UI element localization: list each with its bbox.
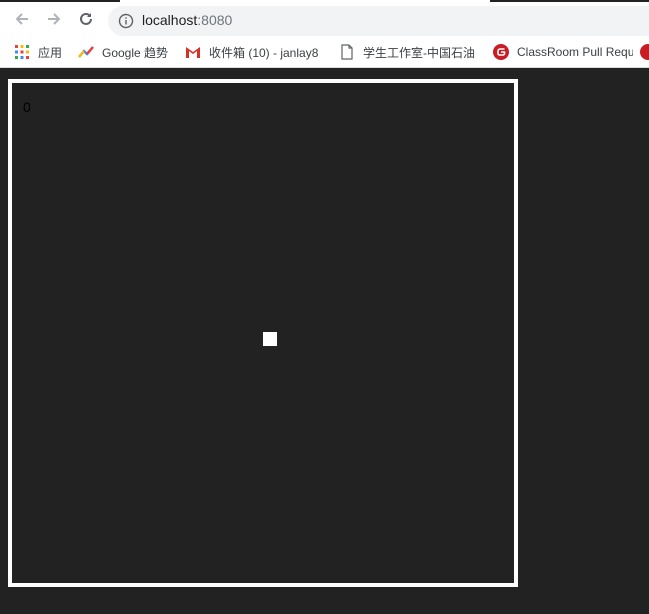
bookmark-label: ClassRoom Pull Requ — [517, 45, 633, 59]
forward-button[interactable] — [44, 9, 64, 29]
bookmark-gmail-inbox[interactable]: 收件箱 (10) - janlay8 — [185, 42, 321, 62]
bookmark-apps[interactable]: 应用 — [14, 42, 62, 62]
back-arrow-icon — [15, 13, 28, 25]
forward-arrow-icon — [48, 13, 61, 25]
bookmark-label: 收件箱 (10) - janlay8 — [209, 45, 319, 60]
page-icon — [341, 44, 353, 60]
game-board[interactable]: 0 — [8, 79, 518, 587]
bookmark-overflow[interactable] — [640, 42, 649, 62]
snake-cell — [263, 332, 277, 346]
reload-button[interactable] — [76, 9, 96, 29]
browser-chrome: localhost:8080 应用 Google 趋势 收件箱 (10) - j… — [0, 0, 649, 68]
score-display: 0 — [23, 99, 31, 115]
back-button[interactable] — [12, 9, 32, 29]
browser-toolbar: localhost:8080 — [0, 2, 649, 36]
url-host: localhost — [142, 12, 198, 28]
bookmark-label: Google 趋势 — [102, 45, 169, 60]
bookmark-label: 应用 — [38, 45, 63, 60]
bookmark-google-trends[interactable]: Google 趋势 — [78, 42, 168, 62]
bookmark-classroom-pr[interactable]: ClassRoom Pull Requ — [493, 42, 633, 62]
bookmarks-bar: 应用 Google 趋势 收件箱 (10) - janlay8 学生工作室-中国… — [0, 38, 649, 66]
bookmark-label: 学生工作室-中国石油 — [363, 45, 475, 60]
info-icon[interactable] — [118, 13, 134, 29]
gmail-icon — [186, 47, 200, 58]
google-trends-icon — [78, 46, 94, 58]
gitee-icon — [640, 44, 649, 60]
address-bar[interactable]: localhost:8080 — [108, 6, 649, 36]
reload-icon — [80, 12, 92, 25]
page-content: 0 — [0, 68, 649, 614]
url-port: :8080 — [197, 12, 233, 28]
apps-grid-icon — [15, 45, 29, 59]
url-text: localhost:8080 — [142, 12, 232, 28]
bookmark-student-studio[interactable]: 学生工作室-中国石油 — [339, 42, 475, 62]
gitee-icon — [493, 44, 509, 60]
